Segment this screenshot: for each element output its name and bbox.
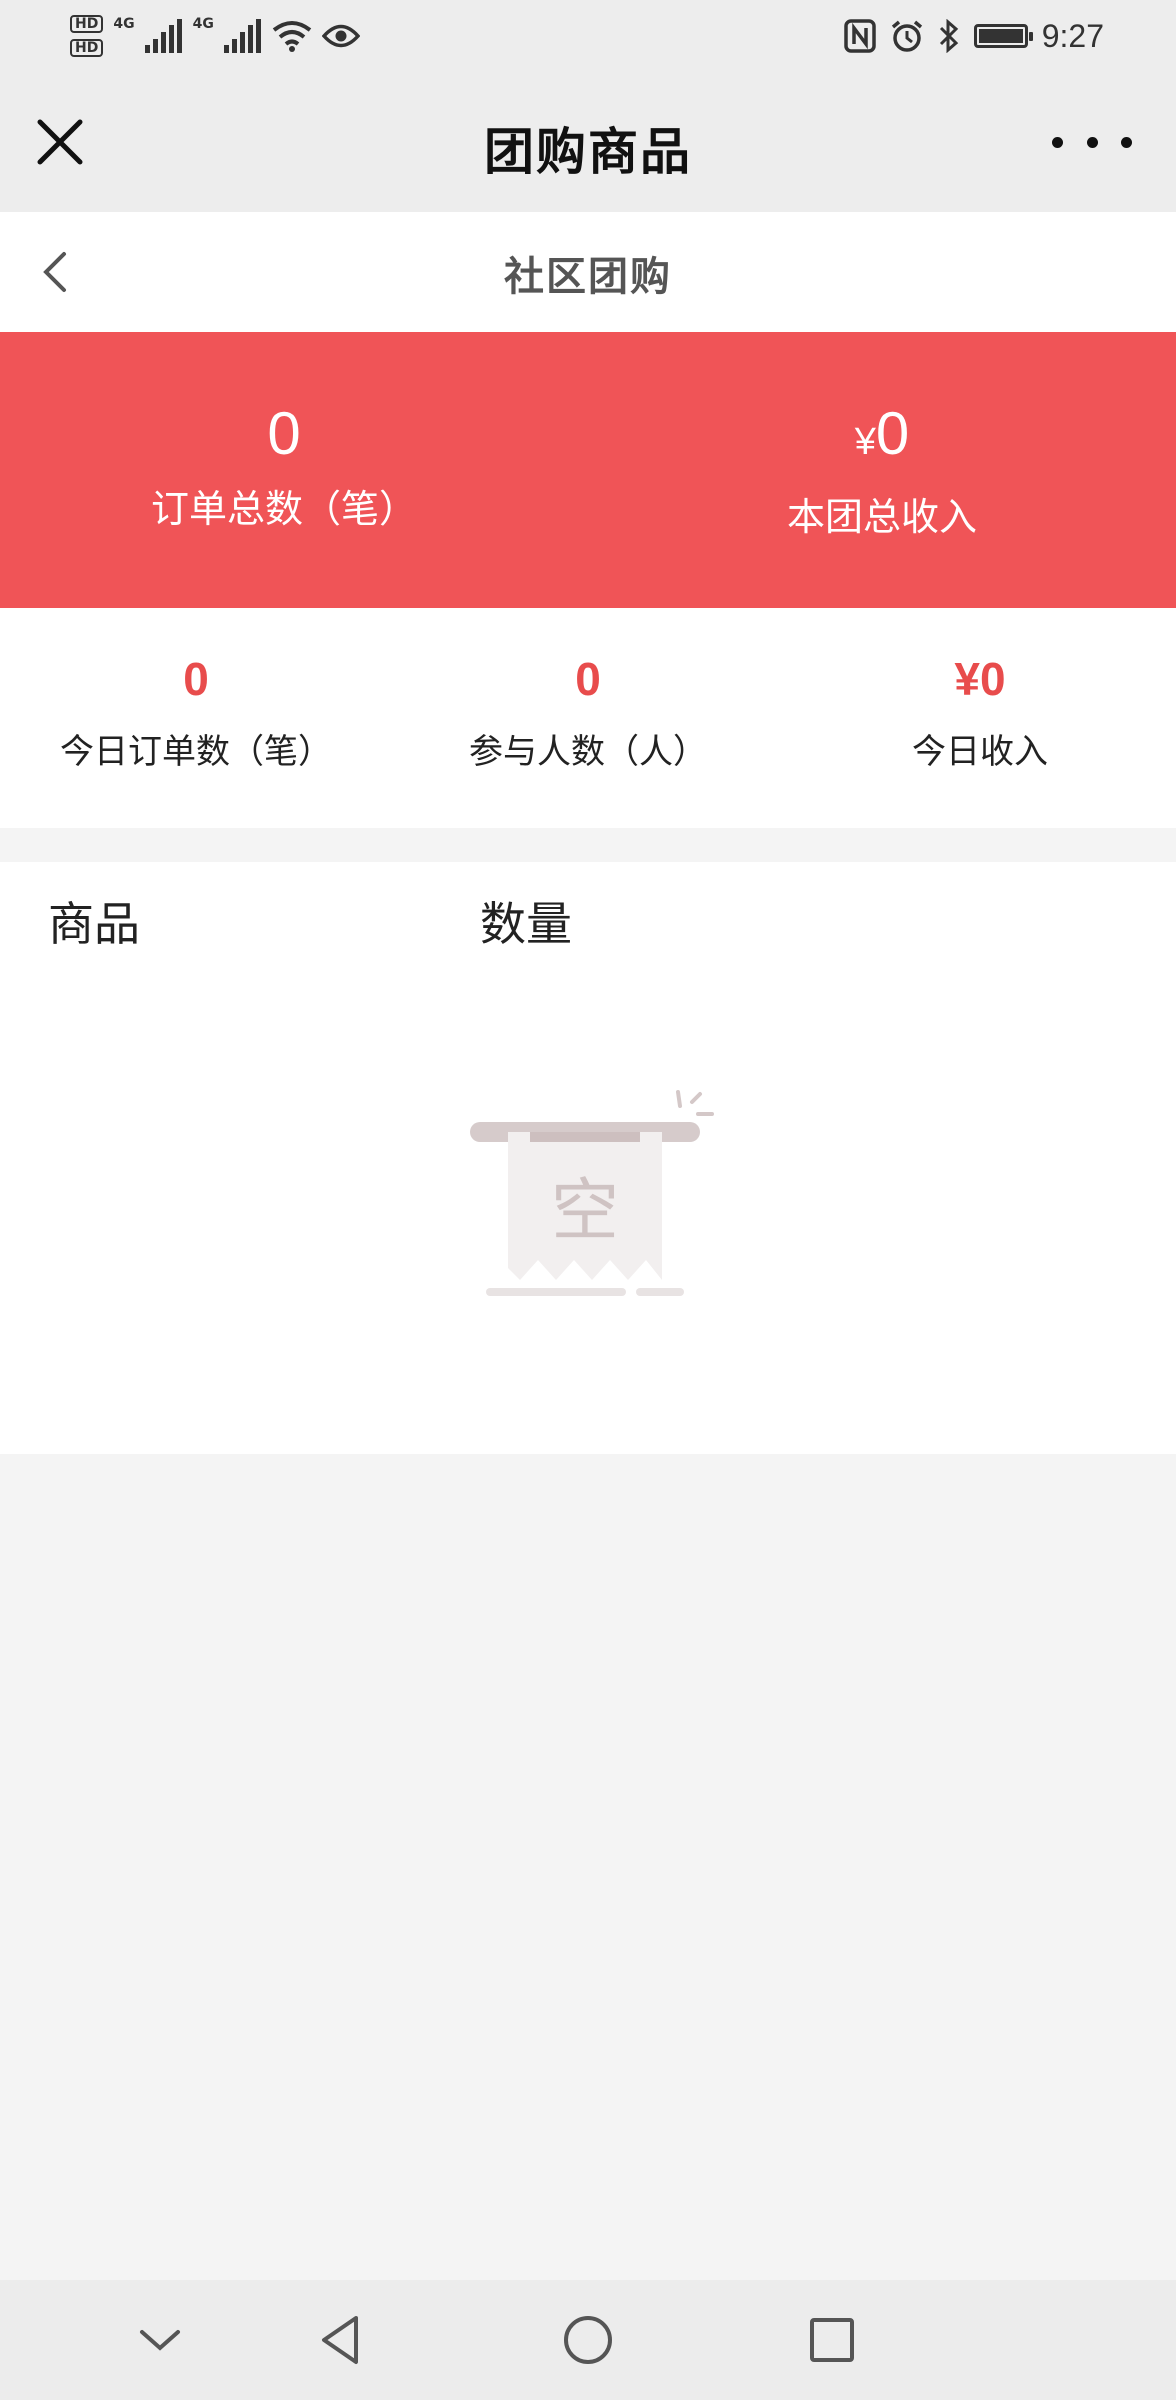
summary-panel: 0 订单总数（笔） ¥0 本团总收入	[0, 332, 1176, 608]
total-income-card: ¥0 本团总收入	[588, 402, 1176, 541]
hd-indicators: HD HD	[70, 15, 104, 57]
empty-state-text: 空	[551, 1172, 619, 1251]
status-time: 9:27	[1041, 17, 1104, 54]
more-icon[interactable]	[1052, 116, 1132, 168]
today-orders-label: 今日订单数（笔）	[60, 732, 332, 772]
participants-value: 0	[575, 653, 601, 705]
column-header-goods: 商品	[48, 897, 140, 951]
network-type-1: 4G	[113, 16, 135, 32]
hd-badge-2: HD	[70, 39, 104, 57]
today-orders-stat: 0 今日订单数（笔）	[0, 654, 392, 773]
participants-stat: 0 参与人数（人）	[392, 654, 784, 773]
status-bar: HD HD 4G 4G 9:27	[0, 0, 1176, 72]
total-orders-card: 0 订单总数（笔）	[0, 402, 588, 533]
column-header-quantity: 数量	[480, 897, 572, 951]
total-orders-label: 订单总数（笔）	[150, 487, 417, 531]
inner-header: 社区团购	[0, 212, 1176, 332]
eye-icon	[321, 24, 360, 48]
section-title: 社区团购	[504, 254, 672, 300]
participants-label: 参与人数（人）	[469, 732, 707, 772]
system-nav-bar	[0, 2280, 1176, 2400]
signal-icon	[223, 19, 261, 53]
status-left: HD HD 4G 4G	[70, 10, 360, 62]
recent-square-icon[interactable]	[802, 2310, 862, 2370]
network-type-2: 4G	[192, 16, 214, 32]
nfc-icon	[843, 19, 876, 53]
total-orders-value: 0	[267, 400, 301, 467]
bluetooth-icon	[939, 19, 958, 53]
page-title: 团购商品	[484, 123, 692, 181]
empty-state-icon: 空	[470, 1090, 714, 1296]
status-right: 9:27	[843, 12, 1104, 60]
chevron-down-icon[interactable]	[130, 2310, 190, 2370]
back-triangle-icon[interactable]	[312, 2310, 372, 2370]
today-orders-value: 0	[183, 653, 209, 705]
today-stats: 0 今日订单数（笔） 0 参与人数（人） ¥0 今日收入	[0, 608, 1176, 828]
alarm-icon	[891, 20, 922, 52]
total-income-amount: 0	[875, 400, 910, 467]
battery-icon	[973, 24, 1033, 48]
today-income-label: 今日收入	[912, 732, 1048, 772]
currency-symbol: ¥	[854, 421, 876, 463]
today-income-stat: ¥0 今日收入	[784, 654, 1176, 773]
title-bar: 团购商品	[0, 72, 1176, 212]
wifi-icon	[272, 21, 312, 52]
hd-badge-1: HD	[70, 15, 104, 33]
signal-icon	[144, 19, 182, 53]
product-table: 商品 数量 空	[0, 862, 1176, 1454]
home-circle-icon[interactable]	[558, 2310, 618, 2370]
today-income-value: ¥0	[954, 653, 1006, 705]
total-income-label: 本团总收入	[786, 495, 977, 539]
total-income-value: ¥0	[588, 402, 1176, 474]
